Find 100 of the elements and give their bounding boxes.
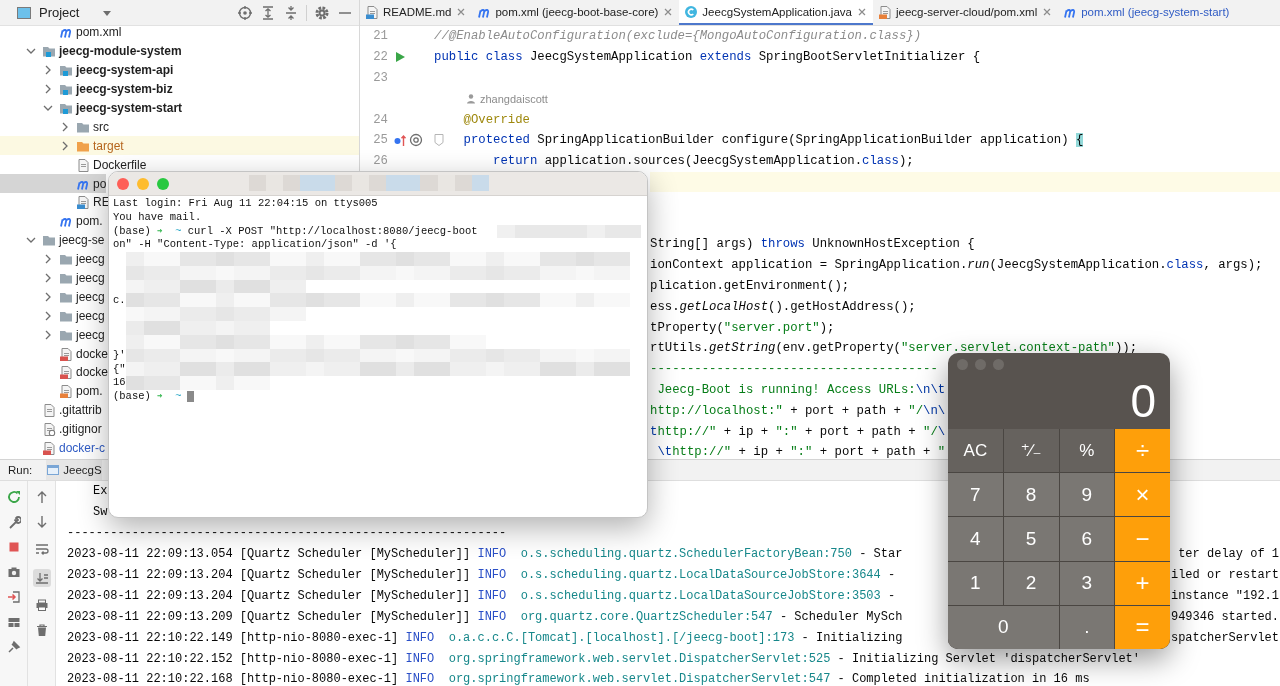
folder-icon [59, 271, 73, 285]
tree-item[interactable]: po [0, 174, 107, 193]
calculator-key[interactable]: 9 [1059, 473, 1115, 517]
tree-item[interactable]: src [0, 117, 109, 137]
circle-icon [684, 4, 699, 19]
close-button[interactable] [117, 177, 129, 190]
calculator-key[interactable]: 6 [1059, 517, 1115, 561]
calculator-key[interactable]: 7 [948, 473, 1003, 517]
log-line: 2023-08-11 22:09:13.054 [Quartz Scheduler [MyScheduler]] INFO o.s.scheduling.quartz.SchedulerFactoryBean:750 - Star [67, 547, 903, 562]
tree-item[interactable]: jeecg-system-api [0, 60, 174, 80]
code-line: public class JeecgSystemApplication extends SpringBootServletInitializer { [434, 50, 981, 65]
calculator-key[interactable]: ⁺∕₋ [1003, 429, 1059, 473]
expand-all-icon[interactable] [260, 4, 276, 21]
tree-item[interactable]: jeecg [0, 287, 105, 307]
settings-icon[interactable] [314, 4, 330, 21]
tree-item[interactable]: jeecg-se [0, 230, 105, 250]
code-line: tProperty("server.port"); [650, 320, 835, 335]
document-icon [42, 441, 56, 456]
code-line: //@EnableAutoConfiguration(exclude={MongoAutoConfiguration.class}) [434, 29, 922, 44]
editor-tab[interactable]: pom.xml (jeecg-system-start) [1058, 0, 1235, 25]
calculator-key[interactable]: 4 [948, 517, 1003, 561]
tree-item[interactable]: jeecg [0, 325, 105, 345]
code-line: return application.sources(JeecgSystemApplication.class); [492, 154, 914, 169]
terminal-line: 16 [113, 376, 126, 389]
module-folder-icon [59, 101, 73, 115]
line-number: 26 [372, 154, 388, 169]
panel-title: Run: [8, 464, 33, 476]
scroll-to-end-toggle[interactable] [32, 569, 51, 587]
document-icon [76, 195, 90, 210]
terminal-line: }' [113, 348, 126, 361]
calculator-key[interactable]: 2 [1003, 561, 1059, 605]
editor-tab[interactable]: README.md [360, 0, 473, 25]
tree-item[interactable]: pom. [0, 211, 103, 231]
module-folder-icon [42, 44, 56, 59]
calculator-key[interactable]: 8 [1003, 473, 1059, 517]
tree-item[interactable]: docke [0, 344, 109, 364]
log-line: Ex [93, 484, 108, 499]
printer-icon[interactable] [34, 598, 49, 612]
calculator-key[interactable]: 5 [1003, 517, 1059, 561]
log-line: 2023-08-11 22:09:13.209 [Quartz Scheduler [MyScheduler]] INFO org.quartz.core.QuartzScheduler:547 - Scheduler MySch [67, 609, 903, 624]
pin-icon[interactable] [6, 640, 21, 654]
terminal-line: c. [113, 293, 126, 306]
code-line: --------------------------------------- [650, 362, 938, 377]
calculator-key[interactable]: AC [948, 429, 1003, 473]
collapse-all-icon[interactable] [283, 4, 299, 21]
tree-item[interactable]: jeecg-module-system [0, 41, 182, 61]
editor-tab[interactable]: pom.xml (jeecg-boot-base-core) [472, 0, 680, 25]
tree-item[interactable]: jeecg [0, 249, 105, 269]
log-line: spatcherServlet [1170, 630, 1280, 645]
terminal-line: on" -H "Content-Type: application/json" -d '{ [113, 238, 397, 251]
run-tab[interactable]: JeecgS [46, 460, 102, 480]
log-line: iled or restart [1170, 568, 1280, 582]
editor-tab[interactable]: jeecg-server-cloud/pom.xml [872, 0, 1059, 25]
override-icon[interactable] [393, 133, 407, 148]
terminal-line: (base) ➜ ~ [113, 390, 182, 403]
folder-icon [59, 252, 73, 267]
log-line: ------------------------------------------------------------- [67, 526, 507, 541]
trash-icon[interactable] [34, 623, 49, 637]
code-line: String[] args) throws UnknownHostException { [650, 237, 975, 252]
log-line: 2023-08-11 22:10:22.168 [http-nio-8080-exec-1] INFO org.springframework.web.servlet.DispatcherServlet:547 - Completed initialization in 16 ms [67, 672, 1090, 686]
panel-title: Project [39, 5, 80, 20]
tree-item[interactable]: pom.xml [0, 23, 122, 42]
calculator-display: 0 [1129, 374, 1157, 429]
tree-item[interactable]: jeecg [0, 306, 105, 326]
tree-item[interactable]: docke [0, 363, 109, 382]
tree-item[interactable]: docker-c [0, 438, 105, 458]
line-number: 22 [372, 50, 388, 65]
log-line: 2023-08-11 22:09:13.204 [Quartz Scheduler [MyScheduler]] INFO o.s.scheduling.quartz.LocalDataSourceJobStore:3644 - [67, 568, 896, 582]
editor-tab[interactable]: JeecgSystemApplication.java [679, 0, 873, 25]
calculator-key[interactable]: 3 [1059, 561, 1115, 605]
text-cursor [187, 390, 195, 402]
calculator-key[interactable]: . [1059, 605, 1115, 649]
tree-item[interactable]: Dockerfile [0, 155, 147, 175]
tree-item[interactable]: target [0, 136, 359, 156]
rerun-icon[interactable] [6, 490, 21, 504]
code-line: \thttp://" + ip + ":" + port + path + " [656, 445, 946, 459]
camera-icon[interactable] [6, 565, 21, 579]
layout-icon[interactable] [6, 615, 21, 629]
line-number: 24 [372, 112, 388, 127]
tree-item[interactable]: jeecg [0, 268, 105, 288]
terminal-line: You have mail. [113, 210, 202, 223]
document-icon [76, 157, 90, 172]
module-folder-icon [59, 82, 73, 97]
code-line: ess.getLocalHost().getHostAddress(); [650, 299, 916, 314]
document-icon [59, 365, 73, 380]
code-line: plication.getEnvironment(); [650, 278, 850, 293]
code-line: Jeecg-Boot is running! Access URLs:\n\t [656, 382, 946, 397]
document-icon [42, 422, 56, 437]
tree-item[interactable]: pom. [0, 381, 103, 401]
calculator-key[interactable]: 1 [948, 561, 1003, 605]
log-line: instance "192.1 [1170, 588, 1280, 603]
tree-item[interactable]: jeecg-system-biz [0, 79, 173, 99]
calculator-key[interactable]: 0 [948, 605, 1059, 649]
tree-item[interactable]: jeecg-system-start [0, 98, 183, 118]
exit-icon[interactable] [6, 590, 21, 604]
locate-icon[interactable] [237, 4, 253, 21]
tree-item[interactable]: .gitattrib [0, 400, 102, 420]
calculator-key[interactable]: % [1059, 429, 1115, 473]
tree-item[interactable]: .gitignor [0, 419, 102, 439]
run-icon[interactable] [393, 50, 407, 65]
